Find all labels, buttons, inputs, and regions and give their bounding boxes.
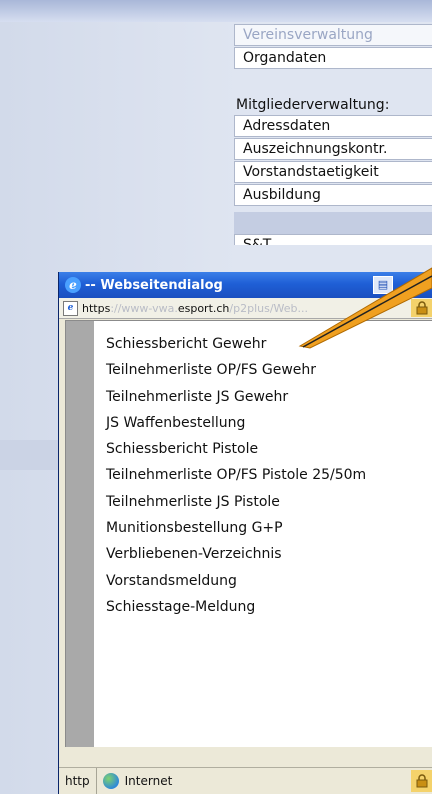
ie-page-icon: e [63,300,78,316]
report-link[interactable]: Munitionsbestellung G+P [106,515,366,541]
report-list: Schiessbericht Gewehr Teilnehmerliste OP… [106,331,366,620]
menu-item-adressdaten[interactable]: Adressdaten [234,115,432,137]
report-link[interactable]: Schiessbericht Gewehr [106,331,366,357]
restore-icon[interactable]: ▤ [373,276,393,294]
report-link[interactable]: Teilnehmerliste OP/FS Pistole 25/50m [106,462,366,488]
report-link[interactable]: Vorstandsmeldung [106,568,366,594]
status-zone: Internet [124,774,173,788]
address-bar[interactable]: e https ://www-vwa. esport.ch /p2plus/We… [59,298,432,319]
menu-item-organdaten[interactable]: Organdaten [234,47,432,69]
url-domain: esport.ch [177,301,230,315]
menu-spacer [234,212,432,234]
menu-item-cut[interactable]: S&T [234,234,432,245]
internet-zone-icon [102,773,119,789]
ie-icon: e [65,277,81,293]
dialog-titlebar[interactable]: e -- Webseitendialog ▤ [59,272,432,298]
lock-icon-svg [416,301,428,315]
url-host-prefix: ://www-vwa. [110,301,178,315]
report-link[interactable]: Teilnehmerliste OP/FS Gewehr [106,357,366,383]
url-path: /p2plus/Web... [229,301,309,315]
url-scheme: https [82,301,111,315]
status-lock-svg [416,774,428,788]
menu-item-vereinsverwaltung[interactable]: Vereinsverwaltung [234,24,432,46]
dialog-title: -- Webseitendialog [85,277,223,293]
menu-item-auszeichnungskontr[interactable]: Auszeichnungskontr. [234,138,432,160]
report-link[interactable]: Verbliebenen-Verzeichnis [106,541,366,567]
report-link[interactable]: Teilnehmerliste JS Pistole [106,489,366,515]
status-bar: http Internet [59,767,432,794]
status-lock-icon[interactable] [411,770,432,792]
report-link[interactable]: Schiesstage-Meldung [106,594,366,620]
report-link[interactable]: Teilnehmerliste JS Gewehr [106,384,366,410]
menu-item-ausbildung[interactable]: Ausbildung [234,184,432,206]
report-link[interactable]: JS Waffenbestellung [106,410,366,436]
lock-icon[interactable] [411,299,432,317]
status-text: http [59,768,97,794]
content-gutter [66,321,94,747]
page-top-bar [0,0,432,22]
menu-item-vorstandstaetigkeit[interactable]: Vorstandstaetigkeit [234,161,432,183]
report-link[interactable]: Schiessbericht Pistole [106,436,366,462]
dialog-content: Schiessbericht Gewehr Teilnehmerliste OP… [65,320,432,747]
web-dialog: e -- Webseitendialog ▤ e https ://www-vw… [58,272,432,794]
menu-section-title: Mitgliederverwaltung: [236,97,390,113]
side-menu: Vereinsverwaltung Organdaten Mitgliederv… [234,24,432,246]
